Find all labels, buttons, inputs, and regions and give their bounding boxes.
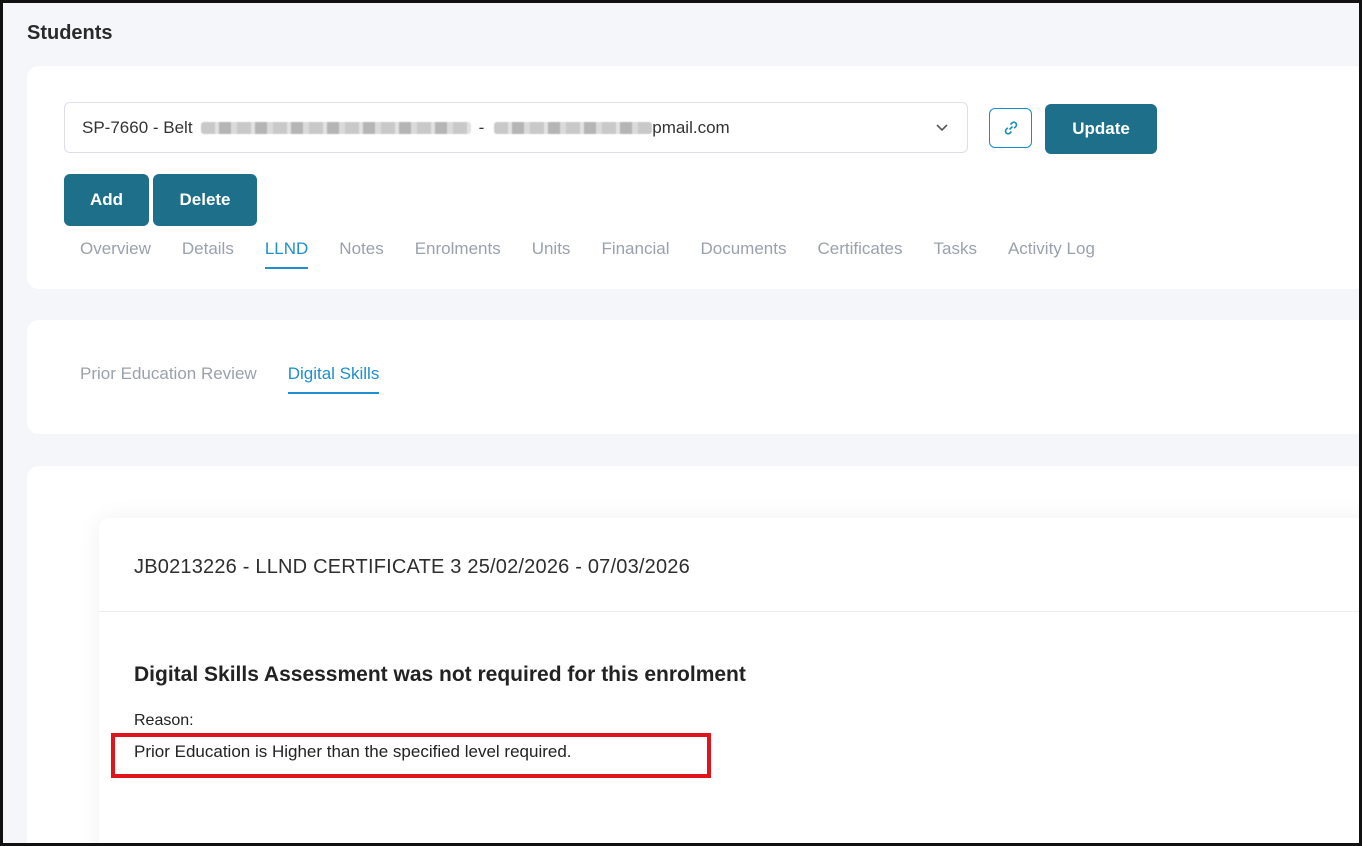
highlight-annotation	[111, 733, 711, 778]
redacted-name	[200, 121, 471, 134]
enrolment-title: JB0213226 - LLND CERTIFICATE 3 25/02/202…	[134, 556, 690, 578]
enrolment-panel: JB0213226 - LLND CERTIFICATE 3 25/02/202…	[99, 518, 1359, 843]
subtab-digital-skills[interactable]: Digital Skills	[287, 364, 380, 394]
link-button[interactable]	[989, 108, 1032, 148]
student-select-suffix: pmail.com	[652, 117, 730, 137]
page-title: Students	[27, 22, 113, 44]
tab-tasks[interactable]: Tasks	[934, 239, 977, 269]
tab-overview[interactable]: Overview	[80, 239, 151, 269]
student-header-card: SP-7660 - Belt - pmail.com Update Add De…	[27, 66, 1359, 289]
digital-skills-card: JB0213226 - LLND CERTIFICATE 3 25/02/202…	[27, 466, 1359, 843]
delete-button[interactable]: Delete	[153, 174, 257, 226]
app-frame: Students SP-7660 - Belt - pmail.com Upda…	[0, 0, 1362, 846]
chevron-down-icon	[936, 124, 948, 132]
tab-financial[interactable]: Financial	[601, 239, 669, 269]
link-icon	[1004, 121, 1017, 135]
redacted-email	[494, 121, 653, 134]
add-button[interactable]: Add	[64, 174, 149, 226]
student-select[interactable]: SP-7660 - Belt - pmail.com	[64, 102, 968, 153]
tab-activity-log[interactable]: Activity Log	[1008, 239, 1095, 269]
divider	[99, 611, 1359, 612]
tab-certificates[interactable]: Certificates	[817, 239, 902, 269]
tab-documents[interactable]: Documents	[700, 239, 786, 269]
tab-notes[interactable]: Notes	[339, 239, 383, 269]
student-select-separator: -	[478, 117, 485, 137]
subtab-prior-education-review[interactable]: Prior Education Review	[80, 364, 257, 394]
tab-details[interactable]: Details	[182, 239, 234, 269]
tab-enrolments[interactable]: Enrolments	[415, 239, 501, 269]
update-button[interactable]: Update	[1045, 104, 1157, 154]
assessment-heading: Digital Skills Assessment was not requir…	[134, 663, 746, 686]
tab-units[interactable]: Units	[532, 239, 571, 269]
tab-llnd[interactable]: LLND	[264, 239, 309, 269]
llnd-subtabs-card: Prior Education Review Digital Skills	[27, 320, 1359, 434]
student-select-prefix: SP-7660 - Belt	[82, 117, 193, 137]
llnd-subtabs: Prior Education Review Digital Skills	[80, 364, 410, 394]
reason-label: Reason:	[134, 712, 194, 729]
student-tabs: Overview Details LLND Notes Enrolments U…	[80, 239, 1126, 269]
